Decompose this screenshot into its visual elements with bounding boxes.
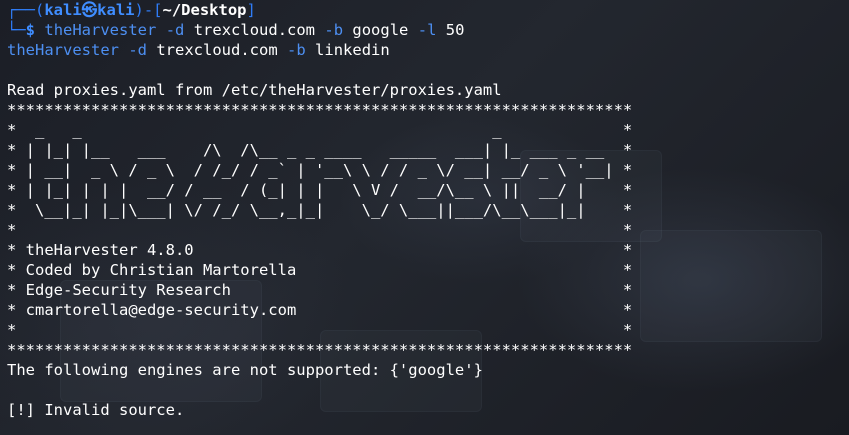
prompt-header: ┌──(kali㉿kali)-[~/Desktop] (7, 1, 256, 19)
command1-limit: 50 (445, 21, 465, 39)
banner-line: * * (7, 221, 633, 239)
banner-org-line: * Edge-Security Research * (7, 281, 633, 299)
command1-flag-l: -l (417, 21, 437, 39)
prompt-user: kali (44, 1, 82, 19)
read-proxies-line: Read proxies.yaml from /etc/theHarvester… (7, 81, 502, 99)
prompt-dollar: $ (25, 21, 36, 39)
banner-border-bottom: ****************************************… (7, 341, 633, 359)
prompt-host: kali (97, 1, 135, 19)
command2-source: linkedin (315, 41, 390, 59)
command1-domain: trexcloud.com (193, 21, 316, 39)
banner-line: * | |_| | | | __/ / __ / (_| | | \ V / _… (7, 181, 633, 199)
banner-version-line: * theHarvester 4.8.0 * (7, 241, 633, 259)
command1-source: google (352, 21, 409, 39)
command2-flag-b: -b (287, 41, 306, 59)
command1-flag-d: -d (165, 21, 185, 39)
banner-email-line: * cmartorella@edge-security.com * (7, 301, 633, 319)
prompt-path: ~/Desktop (162, 1, 247, 19)
banner-line: * | __| _ \ / _ \ / /_/ / _` | '__\ \ / … (7, 161, 633, 179)
banner-line: * \__|_| |_|\___| \/ /_/ \__,_|_| \_/ \_… (7, 201, 633, 219)
engines-warning-line: The following engines are not supported:… (7, 361, 483, 379)
command1-flag-b: -b (324, 21, 344, 39)
banner-line: * _ _ _ * (7, 121, 633, 139)
invalid-source-line: [!] Invalid source. (7, 401, 185, 419)
command2-domain: trexcloud.com (156, 41, 278, 59)
terminal-output[interactable]: ┌──(kali㉿kali)-[~/Desktop] └─$ theHarves… (7, 0, 849, 435)
banner-border-top: ****************************************… (7, 101, 633, 119)
banner-author-line: * Coded by Christian Martorella * (7, 261, 633, 279)
command2-program: theHarvester (7, 41, 119, 59)
banner-line: * | |_| |__ ___ /\ /\__ _ _ ____ _____ _… (7, 141, 633, 159)
command1-program: theHarvester (44, 21, 157, 39)
banner-line: * * (7, 321, 633, 339)
command-line-2: theHarvester -d trexcloud.com -b linkedi… (7, 40, 849, 60)
prompt-at-symbol: ㉿ (81, 1, 98, 19)
command-line-1: └─$ theHarvester -d trexcloud.com -b goo… (7, 21, 465, 39)
command2-flag-d: -d (128, 41, 147, 59)
